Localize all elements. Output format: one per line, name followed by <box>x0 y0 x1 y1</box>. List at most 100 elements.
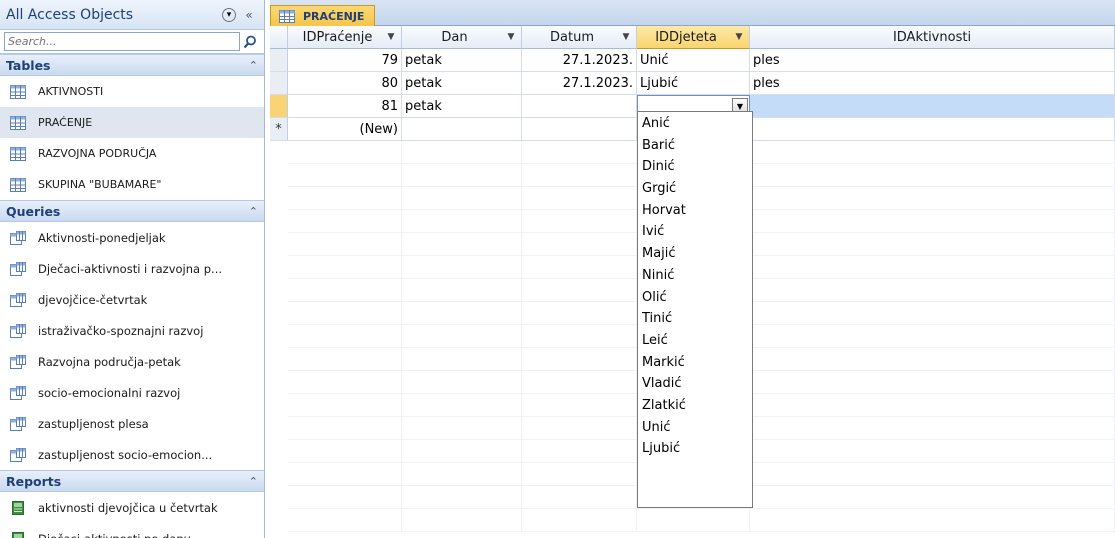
cell-idpracenje[interactable]: 80 <box>288 72 402 95</box>
cell-new-record[interactable]: (New) <box>288 118 402 141</box>
empty-grid-cell <box>288 509 402 532</box>
empty-grid-cell <box>750 164 1115 187</box>
tab-pracenje[interactable]: PRAĆENJE <box>270 5 376 26</box>
cell-idaktivnosti[interactable] <box>750 118 1115 141</box>
column-header-idaktivnosti[interactable]: IDAktivnosti <box>750 26 1115 49</box>
nav-item-report[interactable]: aktivnosti djevojčica u četvrtak <box>0 492 264 523</box>
cell-datum[interactable] <box>522 118 637 141</box>
combo-dropdown-list[interactable]: Anić Barić Dinić Grgić Horvat Ivić Majić Ninić O… <box>637 111 753 508</box>
cell-idaktivnosti[interactable]: ples <box>750 49 1115 72</box>
collapse-chevron-icon[interactable]: ⌃ <box>249 205 258 218</box>
cell-idpracenje[interactable]: 79 <box>288 49 402 72</box>
column-filter-arrow-icon[interactable]: ▼ <box>384 32 398 42</box>
nav-item-label: PRAĆENJE <box>38 116 93 129</box>
empty-grid-cell <box>750 233 1115 256</box>
search-icon[interactable] <box>240 32 260 51</box>
column-header-datum[interactable]: Datum ▼ <box>522 26 637 49</box>
empty-grid-cell <box>750 141 1115 164</box>
cell-iddjeteta[interactable]: Unić <box>637 49 750 72</box>
cell-dan[interactable]: petak <box>402 95 522 118</box>
empty-grid-cell <box>402 463 522 486</box>
dropdown-option[interactable]: Zlatkić <box>638 395 752 417</box>
nav-item-query[interactable]: istraživačko-spoznajni razvoj <box>0 315 264 346</box>
cell-idaktivnosti[interactable] <box>750 95 1115 118</box>
row-selector[interactable] <box>270 95 288 118</box>
dropdown-option[interactable]: Barić <box>638 135 752 157</box>
dropdown-option[interactable]: Vladić <box>638 373 752 395</box>
nav-item-label: zastupljenost socio-emocion... <box>38 447 213 462</box>
row-selector[interactable] <box>270 72 288 95</box>
nav-item-report[interactable]: Dječaci-aktivnosti po danu <box>0 523 264 538</box>
select-all-corner[interactable] <box>270 26 288 49</box>
new-record-marker[interactable]: * <box>270 118 288 141</box>
query-icon <box>10 292 26 307</box>
dropdown-option[interactable]: Markić <box>638 352 752 374</box>
navigation-pane-header[interactable]: All Access Objects ▾ « <box>0 0 264 30</box>
nav-item-query[interactable]: Dječaci-aktivnosti i razvojna p... <box>0 253 264 284</box>
dropdown-option[interactable]: Ljubić <box>638 438 752 460</box>
dropdown-option[interactable]: Anić <box>638 113 752 135</box>
empty-grid-cell <box>522 164 637 187</box>
cell-idaktivnosti[interactable]: ples <box>750 72 1115 95</box>
dropdown-option[interactable]: Unić <box>638 417 752 439</box>
group-header-reports[interactable]: Reports ⌃ <box>0 470 264 492</box>
nav-item-table[interactable]: AKTIVNOSTI <box>0 76 264 107</box>
collapse-chevron-icon[interactable]: ⌃ <box>249 475 258 488</box>
dropdown-option[interactable]: Horvat <box>638 200 752 222</box>
cell-idpracenje[interactable]: 81 <box>288 95 402 118</box>
cell-dan[interactable]: petak <box>402 72 522 95</box>
shutter-bar-close-icon[interactable]: « <box>240 6 258 24</box>
nav-item-query[interactable]: Aktivnosti-ponedjeljak <box>0 222 264 253</box>
empty-grid-cell <box>402 233 522 256</box>
nav-item-query[interactable]: zastupljenost socio-emocion... <box>0 439 264 470</box>
dropdown-option[interactable]: Majić <box>638 243 752 265</box>
dropdown-option[interactable]: Tinić <box>638 308 752 330</box>
column-header-iddjeteta[interactable]: IDDjeteta ▼ <box>637 26 750 49</box>
nav-item-table[interactable]: SKUPINA "BUBAMARE" <box>0 169 264 200</box>
empty-grid-cell <box>522 509 637 532</box>
column-filter-arrow-icon[interactable]: ▼ <box>732 32 746 42</box>
table-row[interactable]: 80 petak 27.1.2023. Ljubić ples <box>270 72 1115 95</box>
query-icon <box>10 385 26 400</box>
nav-item-table[interactable]: RAZVOJNA PODRUČJA <box>0 138 264 169</box>
column-header-idpracenje[interactable]: IDPraćenje ▼ <box>288 26 402 49</box>
column-filter-arrow-icon[interactable]: ▼ <box>504 32 518 42</box>
table-row[interactable]: 79 petak 27.1.2023. Unić ples <box>270 49 1115 72</box>
nav-item-label: Aktivnosti-ponedjeljak <box>38 230 166 245</box>
column-header-label: IDPraćenje <box>302 29 373 45</box>
collapse-chevron-icon[interactable]: ⌃ <box>249 59 258 72</box>
empty-grid-cell <box>402 417 522 440</box>
nav-item-table[interactable]: PRAĆENJE <box>0 107 264 138</box>
cell-iddjeteta[interactable]: Ljubić <box>637 72 750 95</box>
empty-grid-cell <box>402 371 522 394</box>
empty-grid-cell <box>522 463 637 486</box>
dropdown-option[interactable]: Ivić <box>638 221 752 243</box>
nav-item-query[interactable]: Razvojna područja-petak <box>0 346 264 377</box>
report-icon <box>12 500 24 515</box>
cell-datum[interactable]: 27.1.2023. <box>522 49 637 72</box>
empty-grid-cell <box>522 210 637 233</box>
dropdown-option[interactable]: Olić <box>638 287 752 309</box>
nav-item-query[interactable]: zastupljenost plesa <box>0 408 264 439</box>
empty-grid-cell <box>402 187 522 210</box>
nav-item-query[interactable]: socio-emocionalni razvoj <box>0 377 264 408</box>
category-dropdown-icon[interactable]: ▾ <box>222 7 236 22</box>
cell-datum[interactable]: 27.1.2023. <box>522 72 637 95</box>
column-filter-arrow-icon[interactable]: ▼ <box>619 32 633 42</box>
group-header-tables[interactable]: Tables ⌃ <box>0 54 264 76</box>
cell-dan[interactable] <box>402 118 522 141</box>
column-header-dan[interactable]: Dan ▼ <box>402 26 522 49</box>
empty-grid-cell <box>522 187 637 210</box>
row-selector[interactable] <box>270 49 288 72</box>
search-input[interactable] <box>4 32 240 51</box>
dropdown-option[interactable]: Dinić <box>638 156 752 178</box>
group-header-queries[interactable]: Queries ⌃ <box>0 200 264 222</box>
cell-datum[interactable] <box>522 95 637 118</box>
nav-item-query[interactable]: djevojčice-četvrtak <box>0 284 264 315</box>
navigation-pane-title[interactable]: All Access Objects <box>6 7 222 23</box>
dropdown-option[interactable]: Leić <box>638 330 752 352</box>
cell-dan[interactable]: petak <box>402 49 522 72</box>
dropdown-option[interactable]: Ninić <box>638 265 752 287</box>
dropdown-option[interactable]: Grgić <box>638 178 752 200</box>
table-icon <box>10 177 26 192</box>
